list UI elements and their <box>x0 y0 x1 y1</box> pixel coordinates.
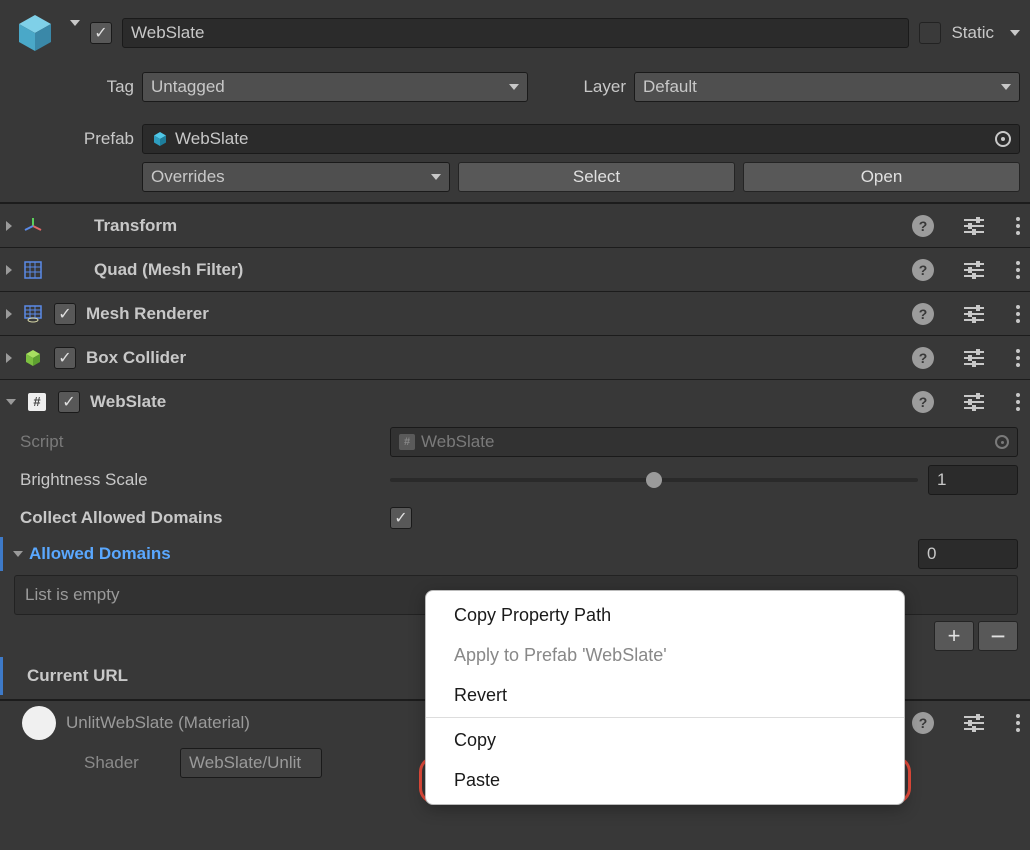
context-menu-copy[interactable]: Copy <box>426 720 904 760</box>
preset-icon[interactable] <box>964 395 984 409</box>
context-menu-paste[interactable]: Paste <box>426 760 904 800</box>
overrides-dropdown[interactable]: Overrides <box>142 162 450 192</box>
kebab-icon[interactable] <box>1016 714 1020 732</box>
context-menu-apply-to-prefab: Apply to Prefab 'WebSlate' <box>426 635 904 675</box>
script-value: WebSlate <box>421 432 494 452</box>
chevron-down-icon <box>431 174 441 180</box>
brightness-label: Brightness Scale <box>20 470 390 490</box>
help-icon[interactable]: ? <box>912 303 934 325</box>
static-dropdown[interactable] <box>1010 30 1020 36</box>
component-enabled-checkbox[interactable]: ✓ <box>54 303 76 325</box>
allowed-domains-label: Allowed Domains <box>29 544 385 564</box>
help-icon[interactable]: ? <box>912 712 934 734</box>
preset-icon[interactable] <box>964 219 984 233</box>
component-mesh-renderer[interactable]: ✓ Mesh Renderer ? <box>0 291 1030 335</box>
expand-toggle[interactable] <box>6 221 12 231</box>
component-box-collider[interactable]: ✓ Box Collider ? <box>0 335 1030 379</box>
static-checkbox[interactable] <box>919 22 941 44</box>
open-button[interactable]: Open <box>743 162 1020 192</box>
prefab-label: Prefab <box>50 129 134 149</box>
current-url-label: Current URL <box>27 666 397 686</box>
component-transform[interactable]: Transform ? <box>0 203 1030 247</box>
brightness-value-field[interactable]: 1 <box>928 465 1018 495</box>
collider-icon <box>22 348 44 368</box>
chevron-down-icon <box>509 84 519 90</box>
expand-toggle[interactable] <box>6 399 16 405</box>
layer-label: Layer <box>536 77 626 97</box>
gameobject-icon-dropdown[interactable] <box>70 20 80 26</box>
brightness-slider[interactable] <box>390 478 918 482</box>
allowed-domains-count[interactable]: 0 <box>918 539 1018 569</box>
locate-icon[interactable] <box>995 435 1009 449</box>
layer-value: Default <box>643 77 697 97</box>
allowed-domains-foldout[interactable] <box>13 551 23 557</box>
preset-icon[interactable] <box>964 716 984 730</box>
help-icon[interactable]: ? <box>912 215 934 237</box>
select-button[interactable]: Select <box>458 162 735 192</box>
tag-value: Untagged <box>151 77 225 97</box>
help-icon[interactable]: ? <box>912 259 934 281</box>
component-label: WebSlate <box>90 392 166 412</box>
context-menu-copy-property-path[interactable]: Copy Property Path <box>426 595 904 635</box>
kebab-icon[interactable] <box>1016 261 1020 279</box>
collect-allowed-domains-checkbox[interactable]: ✓ <box>390 507 412 529</box>
kebab-icon[interactable] <box>1016 349 1020 367</box>
context-menu-revert[interactable]: Revert <box>426 675 904 715</box>
locate-icon[interactable] <box>995 131 1011 147</box>
component-enabled-checkbox[interactable]: ✓ <box>58 391 80 413</box>
context-menu-divider <box>426 717 904 718</box>
expand-toggle[interactable] <box>6 265 12 275</box>
transform-icon <box>22 216 44 236</box>
list-add-button[interactable]: + <box>934 621 974 651</box>
preset-icon[interactable] <box>964 263 984 277</box>
collect-allowed-domains-label: Collect Allowed Domains <box>20 508 390 528</box>
shader-label: Shader <box>84 753 180 773</box>
script-field: # WebSlate <box>390 427 1018 457</box>
script-icon: # <box>26 393 48 411</box>
gameobject-icon <box>10 8 60 58</box>
kebab-icon[interactable] <box>1016 393 1020 411</box>
mesh-icon <box>22 260 44 280</box>
active-checkbox[interactable]: ✓ <box>90 22 112 44</box>
list-empty-label: List is empty <box>25 585 119 605</box>
context-menu: Copy Property Path Apply to Prefab 'WebS… <box>425 590 905 805</box>
material-name: UnlitWebSlate (Material) <box>66 713 250 733</box>
material-preview-icon <box>22 706 56 740</box>
prefab-value: WebSlate <box>175 129 248 149</box>
component-label: Quad (Mesh Filter) <box>94 260 243 280</box>
shader-value: WebSlate/Unlit <box>189 753 301 773</box>
help-icon[interactable]: ? <box>912 391 934 413</box>
chevron-down-icon <box>1001 84 1011 90</box>
gameobject-name-text: WebSlate <box>131 23 204 43</box>
script-label: Script <box>20 432 390 452</box>
preset-icon[interactable] <box>964 307 984 321</box>
layer-dropdown[interactable]: Default <box>634 72 1020 102</box>
brightness-value: 1 <box>937 470 946 490</box>
preset-icon[interactable] <box>964 351 984 365</box>
shader-dropdown[interactable]: WebSlate/Unlit <box>180 748 322 778</box>
prefab-field[interactable]: WebSlate <box>142 124 1020 154</box>
mesh-renderer-icon <box>22 304 44 324</box>
tag-label: Tag <box>70 77 134 97</box>
gameobject-name-field[interactable]: WebSlate <box>122 18 909 48</box>
kebab-icon[interactable] <box>1016 305 1020 323</box>
component-enabled-checkbox[interactable]: ✓ <box>54 347 76 369</box>
expand-toggle[interactable] <box>6 309 12 319</box>
open-button-label: Open <box>861 167 903 187</box>
list-remove-button[interactable]: − <box>978 621 1018 651</box>
component-label: Transform <box>94 216 177 236</box>
component-webslate[interactable]: # ✓ WebSlate ? <box>0 379 1030 423</box>
kebab-icon[interactable] <box>1016 217 1020 235</box>
expand-toggle[interactable] <box>6 353 12 363</box>
overrides-label: Overrides <box>151 167 225 187</box>
component-label: Box Collider <box>86 348 186 368</box>
component-label: Mesh Renderer <box>86 304 209 324</box>
static-label: Static <box>951 23 994 43</box>
prefab-cube-icon <box>151 130 169 148</box>
tag-dropdown[interactable]: Untagged <box>142 72 528 102</box>
select-button-label: Select <box>573 167 620 187</box>
allowed-domains-count-value: 0 <box>927 544 936 564</box>
help-icon[interactable]: ? <box>912 347 934 369</box>
component-mesh-filter[interactable]: Quad (Mesh Filter) ? <box>0 247 1030 291</box>
